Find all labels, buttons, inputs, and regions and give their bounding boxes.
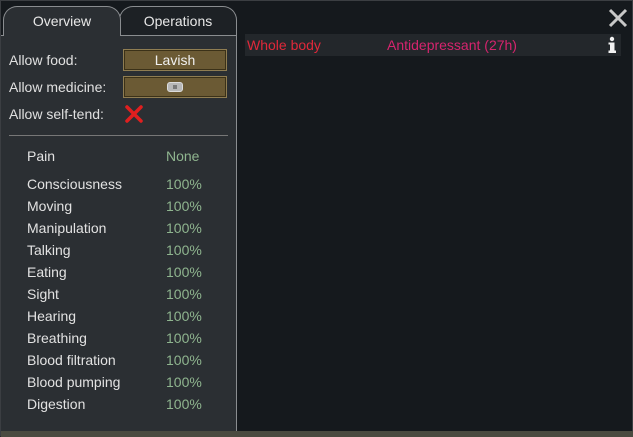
capacity-row[interactable]: Eating 100% <box>27 261 207 283</box>
capacity-label: Blood pumping <box>27 374 121 390</box>
capacity-row[interactable]: Breathing 100% <box>27 327 207 349</box>
pain-row: Pain None <box>27 145 207 167</box>
capacity-value: 100% <box>166 330 202 346</box>
tab-operations[interactable]: Operations <box>119 6 237 36</box>
red-x-icon[interactable] <box>124 104 144 124</box>
capacity-label: Manipulation <box>27 220 107 236</box>
capacity-value: 100% <box>166 220 202 236</box>
allow-medicine-label: Allow medicine: <box>9 79 107 95</box>
capacity-label: Hearing <box>27 308 77 324</box>
divider <box>9 135 228 136</box>
medicine-icon <box>167 82 183 92</box>
allow-food-label: Allow food: <box>9 52 78 68</box>
capacity-row[interactable]: Talking 100% <box>27 239 207 261</box>
info-icon[interactable] <box>606 36 618 54</box>
capacity-label: Consciousness <box>27 176 122 192</box>
capacity-value: 100% <box>166 308 202 324</box>
tab-overview[interactable]: Overview <box>3 6 121 36</box>
health-window: Overview Operations Allow food: Lavish A… <box>0 0 633 437</box>
capacity-row[interactable]: Hearing 100% <box>27 305 207 327</box>
capacity-row[interactable]: Blood filtration 100% <box>27 349 207 371</box>
allow-medicine-button[interactable] <box>123 76 227 98</box>
capacity-label: Blood filtration <box>27 352 116 368</box>
capacity-row[interactable]: Manipulation 100% <box>27 217 207 239</box>
hediff-row[interactable]: Whole body Antidepressant (27h) <box>245 34 621 56</box>
hediff-body-part: Whole body <box>247 37 321 53</box>
close-icon[interactable] <box>607 7 629 29</box>
capacity-value: 100% <box>166 176 202 192</box>
allow-self-tend-label: Allow self-tend: <box>9 106 104 122</box>
pain-label: Pain <box>27 148 56 164</box>
capacity-label: Eating <box>27 264 67 280</box>
capacity-value: 100% <box>166 352 202 368</box>
capacity-value: 100% <box>166 198 202 214</box>
capacity-row[interactable]: Consciousness 100% <box>27 173 207 195</box>
capacity-value: 100% <box>166 264 202 280</box>
bottom-strip <box>1 431 633 437</box>
capacity-value: 100% <box>166 286 202 302</box>
hediff-name: Antidepressant (27h) <box>387 37 517 53</box>
capacity-row[interactable]: Digestion 100% <box>27 393 207 415</box>
capacity-row[interactable]: Moving 100% <box>27 195 207 217</box>
capacity-value: 100% <box>166 396 202 412</box>
capacity-label: Sight <box>27 286 59 302</box>
capacity-label: Talking <box>27 242 71 258</box>
pain-value: None <box>166 148 200 164</box>
capacity-label: Moving <box>27 198 73 214</box>
capacity-row[interactable]: Blood pumping 100% <box>27 371 207 393</box>
overview-panel: Allow food: Lavish Allow medicine: Allow… <box>1 35 237 435</box>
capacity-label: Breathing <box>27 330 87 346</box>
capacity-value: 100% <box>166 242 202 258</box>
capacity-row[interactable]: Sight 100% <box>27 283 207 305</box>
capacity-value: 100% <box>166 374 202 390</box>
capacity-label: Digestion <box>27 396 86 412</box>
allow-food-button[interactable]: Lavish <box>123 49 227 71</box>
